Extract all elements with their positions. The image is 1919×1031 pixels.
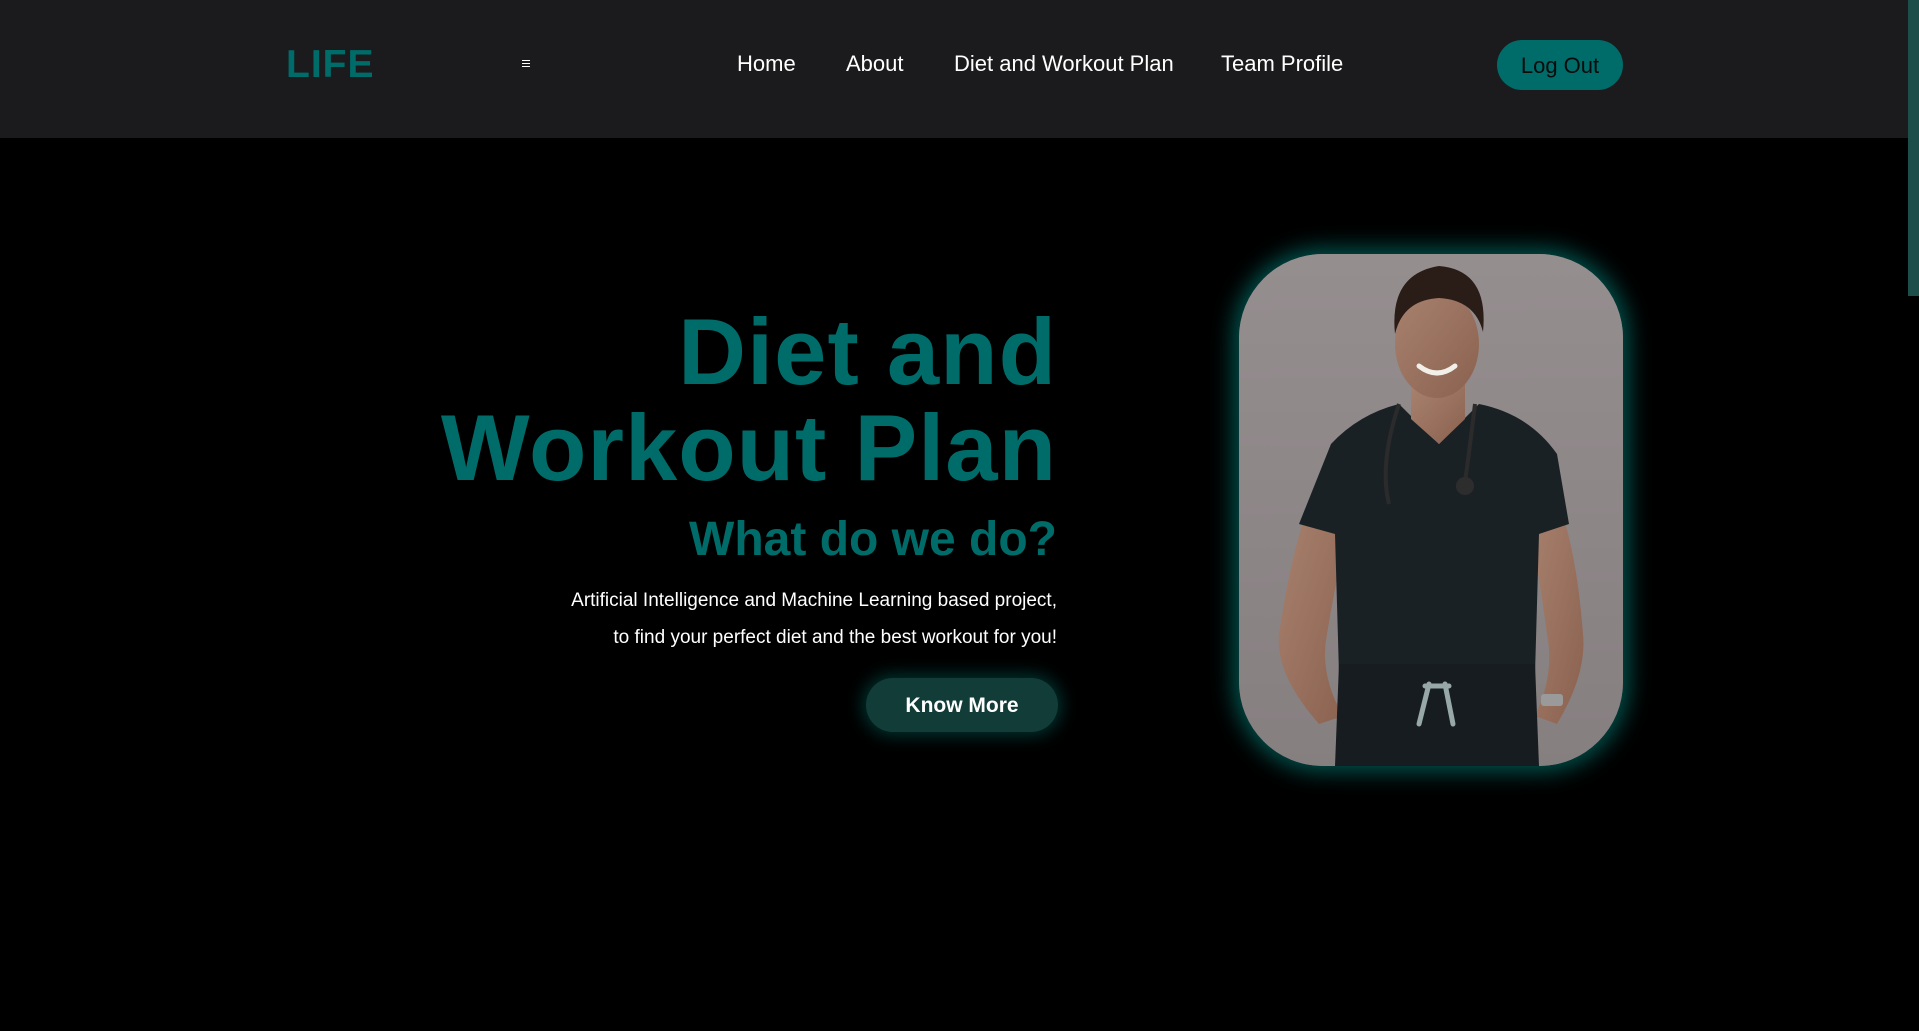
hero-description: Artificial Intelligence and Machine Lear… [571,582,1057,656]
page: LIFE Home About Diet and Workout Plan Te… [0,0,1919,1031]
know-more-button[interactable]: Know More [866,678,1058,732]
hero-title-line2: Workout Plan [440,395,1057,500]
navbar: LIFE Home About Diet and Workout Plan Te… [0,0,1908,138]
hero-title-line1: Diet and [678,299,1057,404]
logo[interactable]: LIFE [286,42,375,88]
scrollbar-thumb[interactable] [1908,0,1919,296]
hero-description-line2: to find your perfect diet and the best w… [613,627,1057,648]
hero-title: Diet and Workout Plan [441,304,1057,496]
nav-link-home[interactable]: Home [737,48,796,80]
doctor-portrait-image [1239,254,1623,766]
nav-link-about[interactable]: About [846,48,904,80]
doctor-portrait-illustration [1239,254,1623,766]
hero-subtitle: What do we do? [689,513,1057,566]
nav-link-team-profile[interactable]: Team Profile [1221,48,1343,80]
hamburger-menu-icon[interactable] [520,58,532,70]
hero-description-line1: Artificial Intelligence and Machine Lear… [571,590,1057,611]
logout-button[interactable]: Log Out [1497,40,1623,90]
nav-link-diet-workout-plan[interactable]: Diet and Workout Plan [954,48,1174,80]
